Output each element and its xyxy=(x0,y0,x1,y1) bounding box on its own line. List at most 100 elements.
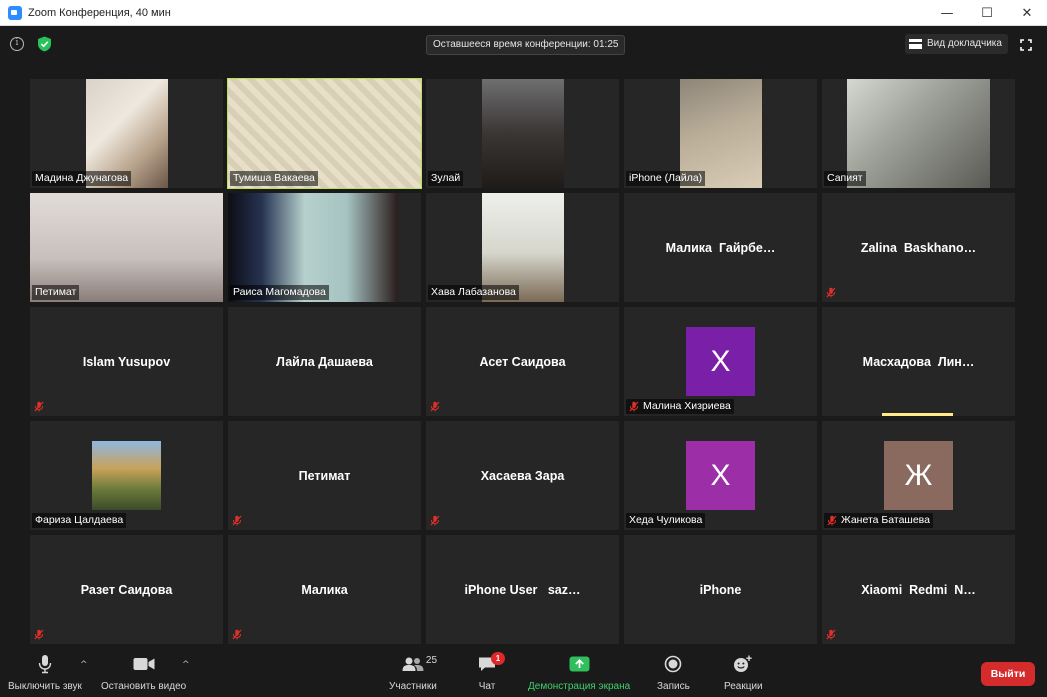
participant-name: Зулай xyxy=(431,172,461,184)
participant-name-label: Сапият xyxy=(824,171,866,186)
participant-name-label: Хава Лабазанова xyxy=(428,285,519,300)
participant-tile[interactable]: Тумиша Вакаева xyxy=(227,78,422,189)
participant-display-name: Xiaomi Redmi N… xyxy=(861,582,976,597)
window-title: Zoom Конференция, 40 мин xyxy=(28,6,171,19)
muted-microphone-icon xyxy=(232,515,242,526)
speaker-view-button[interactable]: Вид докладчика xyxy=(905,34,1008,54)
participant-name-label: Хеда Чуликова xyxy=(626,513,706,528)
participant-name-label: Жанета Баташева xyxy=(824,513,933,528)
participant-display-name: Лайла Дашаева xyxy=(276,354,373,369)
participant-tile[interactable]: Петимат xyxy=(228,421,421,530)
participant-tile[interactable]: Zalina Baskhano… xyxy=(822,193,1015,302)
participant-tile[interactable]: Масхадова Лин… xyxy=(822,307,1015,416)
participant-tile[interactable]: Петимат xyxy=(30,193,223,302)
record-button[interactable]: Запись xyxy=(657,652,690,692)
participant-name-label: Петимат xyxy=(32,285,80,300)
participant-tile[interactable]: Раиса Магомадова xyxy=(228,193,421,302)
muted-microphone-icon xyxy=(826,629,836,640)
video-options-chevron-icon[interactable]: ^ xyxy=(182,660,190,670)
encryption-shield-icon[interactable] xyxy=(37,36,52,52)
participant-tile[interactable]: iPhone (Лайла) xyxy=(624,79,817,188)
speaker-view-label: Вид докладчика xyxy=(927,38,1002,49)
mute-label: Выключить звук xyxy=(8,681,82,692)
participant-tile[interactable]: Лайла Дашаева xyxy=(228,307,421,416)
participant-name: Хеда Чуликова xyxy=(629,514,703,526)
chat-button[interactable]: 1 Чат xyxy=(478,652,505,692)
participant-tile[interactable]: X Хеда Чуликова xyxy=(624,421,817,530)
participant-display-name: Разет Саидова xyxy=(80,582,173,597)
participant-tile[interactable]: Xiaomi Redmi N… xyxy=(822,535,1015,644)
participant-tile[interactable]: Мадина Джунагова xyxy=(30,79,223,188)
participant-tile[interactable]: Малика Гайрбе… xyxy=(624,193,817,302)
participant-name: Сапият xyxy=(827,172,863,184)
participant-avatar: X xyxy=(686,441,755,510)
participant-tile[interactable]: iPhone User saz… xyxy=(426,535,619,644)
participant-name-label: iPhone (Лайла) xyxy=(626,171,706,186)
reactions-button[interactable]: Реакции xyxy=(724,652,763,692)
participant-tile[interactable]: Сапият xyxy=(822,79,1015,188)
participant-tile[interactable]: Ж Жанета Баташева xyxy=(822,421,1015,530)
record-icon xyxy=(664,652,682,676)
participant-name-label: Малина Хизриева xyxy=(626,399,734,414)
window-controls: — ☐ ✕ xyxy=(927,0,1047,26)
chat-icon: 1 xyxy=(478,652,505,676)
participant-tile[interactable]: X Малина Хизриева xyxy=(624,307,817,416)
participant-display-name: Zalina Baskhano… xyxy=(860,240,977,255)
participant-display-name: iPhone User saz… xyxy=(464,582,581,597)
participant-name-label: Фариза Цалдаева xyxy=(32,513,127,528)
participant-avatar: Ж xyxy=(884,441,953,510)
participant-name-label: Тумиша Вакаева xyxy=(230,171,318,186)
reactions-label: Реакции xyxy=(724,681,763,692)
minimize-button[interactable]: — xyxy=(927,0,967,26)
participant-video xyxy=(847,79,990,188)
participant-name-label: Раиса Магомадова xyxy=(230,285,329,300)
participant-display-name: Хасаева Зара xyxy=(480,468,565,483)
title-bar: Zoom Конференция, 40 мин — ☐ ✕ xyxy=(0,0,1047,26)
stop-video-label: Остановить видео xyxy=(101,681,187,692)
profile-photo xyxy=(92,441,161,510)
maximize-button[interactable]: ☐ xyxy=(967,0,1007,26)
participants-label: Участники xyxy=(389,681,437,692)
participant-display-name: Малика Гайрбе… xyxy=(665,240,776,255)
participant-display-name: Islam Yusupov xyxy=(82,354,171,369)
participant-tile[interactable]: iPhone xyxy=(624,535,817,644)
participant-tile[interactable]: Разет Саидова xyxy=(30,535,223,644)
participants-button[interactable]: 25 Участники xyxy=(389,652,437,692)
participant-name: iPhone (Лайла) xyxy=(629,172,703,184)
muted-microphone-icon xyxy=(827,515,837,526)
mute-button[interactable]: Выключить звук xyxy=(8,652,82,692)
participant-tile[interactable]: Малика xyxy=(228,535,421,644)
participant-tile[interactable]: Islam Yusupov xyxy=(30,307,223,416)
participant-name: Жанета Баташева xyxy=(841,514,930,526)
zoom-window: Zoom Конференция, 40 мин — ☐ ✕ i Оставше… xyxy=(0,0,1047,697)
share-screen-icon xyxy=(569,652,590,676)
participant-tile[interactable]: Фариза Цалдаева xyxy=(30,421,223,530)
participant-tile[interactable]: Зулай xyxy=(426,79,619,188)
leave-meeting-button[interactable]: Выйти xyxy=(981,662,1035,686)
participant-name: Малина Хизриева xyxy=(643,400,731,412)
meeting-top-bar: i Оставшееся время конференции: 01:25 Ви… xyxy=(0,26,1047,64)
participant-tile[interactable]: Хава Лабазанова xyxy=(426,193,619,302)
camera-icon xyxy=(133,652,155,676)
info-icon[interactable]: i xyxy=(10,37,24,51)
participant-name-label: Мадина Джунагова xyxy=(32,171,132,186)
microphone-icon xyxy=(38,652,52,676)
reactions-smiley-icon xyxy=(733,652,753,676)
participant-tile[interactable]: Хасаева Зара xyxy=(426,421,619,530)
participant-name-label: Зулай xyxy=(428,171,464,186)
muted-microphone-icon xyxy=(430,515,440,526)
muted-microphone-icon xyxy=(430,401,440,412)
fullscreen-icon[interactable] xyxy=(1020,38,1032,51)
participant-avatar: X xyxy=(686,327,755,396)
stop-video-button[interactable]: Остановить видео xyxy=(101,652,186,692)
zoom-app-icon xyxy=(8,5,22,20)
share-screen-button[interactable]: Демонстрация экрана xyxy=(528,652,630,692)
gallery-grid: Мадина Джунагова Тумиша Вакаева Зулай iPhon… xyxy=(30,78,1016,644)
participant-name: Мадина Джунагова xyxy=(35,172,129,184)
participant-name: Тумиша Вакаева xyxy=(233,172,315,184)
close-button[interactable]: ✕ xyxy=(1007,0,1047,26)
audio-options-chevron-icon[interactable]: ^ xyxy=(80,660,88,670)
participants-icon: 25 xyxy=(402,652,437,676)
speaker-view-icon xyxy=(909,39,922,49)
participant-tile[interactable]: Асет Саидова xyxy=(426,307,619,416)
